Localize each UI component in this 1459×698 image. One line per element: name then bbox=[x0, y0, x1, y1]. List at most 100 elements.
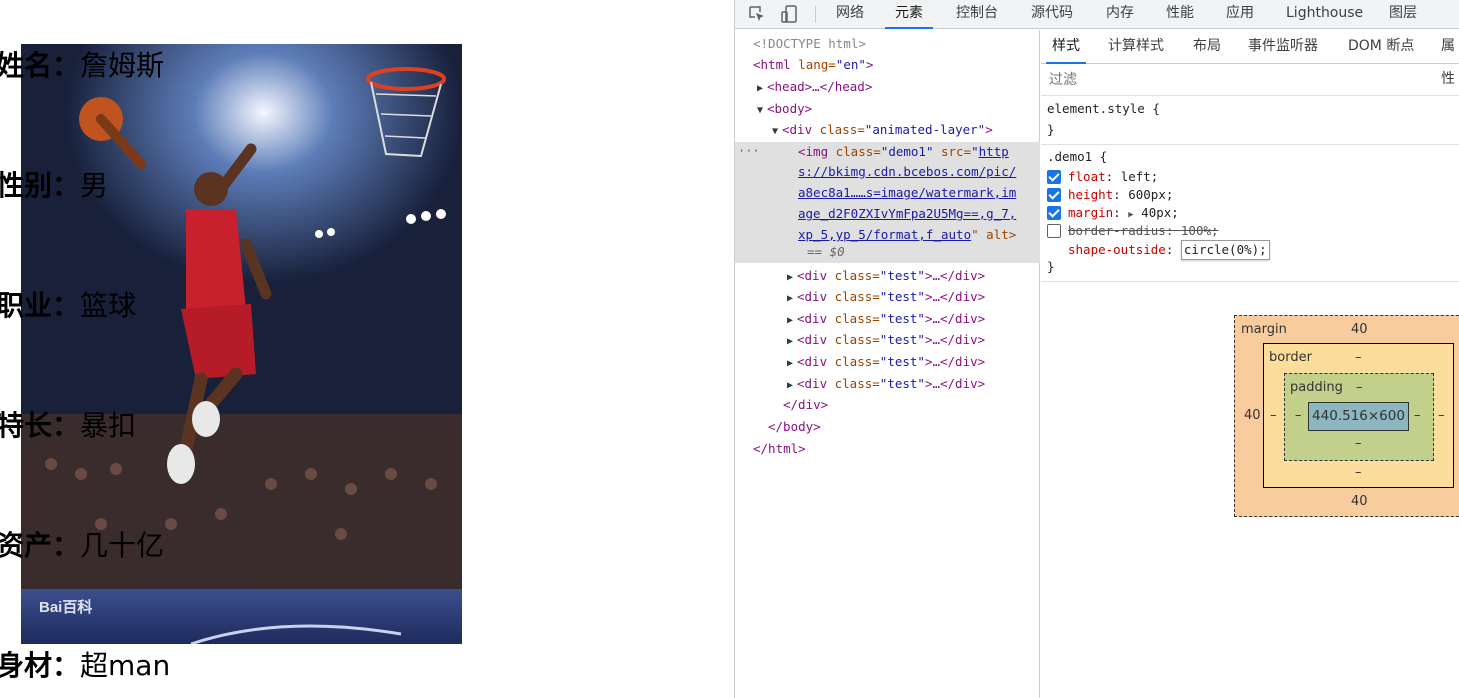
box-model-margin-left[interactable]: 40 bbox=[1244, 408, 1261, 423]
tag-text: >…</div> bbox=[924, 268, 986, 283]
subtab-properties[interactable]: 属性 bbox=[1441, 30, 1459, 87]
prop-height-checkbox[interactable] bbox=[1047, 188, 1061, 202]
dom-test-div[interactable]: ▶ <div class="test">…</div> bbox=[735, 373, 1040, 394]
tab-application[interactable]: 应用 bbox=[1226, 0, 1254, 29]
tab-console[interactable]: 控制台 bbox=[956, 0, 998, 29]
subtab-event-listeners[interactable]: 事件监听器 bbox=[1248, 30, 1318, 64]
img-src-link[interactable]: s://bkimg.cdn.bcebos.com/pic/ bbox=[798, 162, 1016, 182]
tag-text: <html bbox=[753, 57, 791, 72]
dom-html-close[interactable]: </html> bbox=[735, 438, 1040, 459]
attr-value: "test" bbox=[879, 332, 925, 347]
tag-text: <div bbox=[797, 311, 828, 326]
collapse-triangle-icon[interactable]: ▼ bbox=[757, 100, 767, 121]
box-model-padding-bottom[interactable]: – bbox=[1355, 436, 1362, 451]
dom-body-close[interactable]: </body> bbox=[735, 416, 1040, 437]
box-model-border-top[interactable]: – bbox=[1355, 350, 1362, 365]
dom-head[interactable]: ▶ <head>…</head> bbox=[735, 76, 1040, 97]
tab-performance[interactable]: 性能 bbox=[1166, 0, 1194, 29]
img-src-link[interactable]: age_d2F0ZXIvYmFpa2U5Mg==,g_7, bbox=[798, 204, 1016, 224]
box-model-content[interactable]: 440.516×600 bbox=[1308, 402, 1409, 431]
prop-colon: : bbox=[1113, 205, 1129, 220]
box-model-margin-top[interactable]: 40 bbox=[1351, 322, 1368, 337]
prop-value[interactable]: 600px; bbox=[1128, 187, 1173, 202]
subtab-dom-breakpoints[interactable]: DOM 断点 bbox=[1348, 30, 1414, 64]
img-src-link[interactable]: http bbox=[979, 144, 1009, 159]
dom-html[interactable]: <html lang="en"> bbox=[735, 54, 1040, 75]
tab-elements[interactable]: 元素 bbox=[885, 0, 933, 29]
dom-test-div[interactable]: ▶ <div class="test">…</div> bbox=[735, 308, 1040, 329]
device-toolbar-icon[interactable] bbox=[779, 4, 801, 24]
tab-sources[interactable]: 源代码 bbox=[1031, 0, 1073, 29]
prop-value-editor[interactable]: circle(0%); bbox=[1180, 240, 1270, 260]
prop-value[interactable]: 100%; bbox=[1181, 223, 1219, 238]
box-model-padding-right[interactable]: – bbox=[1414, 408, 1421, 423]
tab-layers[interactable]: 图层 bbox=[1389, 0, 1417, 29]
demo1-selector[interactable]: .demo1 { bbox=[1047, 148, 1107, 166]
dom-test-div[interactable]: ▶ <div class="test">…</div> bbox=[735, 286, 1040, 307]
styles-filter-row bbox=[1041, 64, 1459, 96]
box-model-padding-top[interactable]: – bbox=[1356, 380, 1363, 395]
expand-triangle-icon[interactable]: ▶ bbox=[787, 331, 797, 352]
expand-triangle-icon[interactable]: ▶ bbox=[787, 375, 797, 396]
prop-shape-outside[interactable]: shape-outside: circle(0%); bbox=[1068, 240, 1270, 260]
prop-colon: : bbox=[1165, 242, 1181, 257]
info-value: 几十亿 bbox=[80, 529, 165, 562]
dom-div-close[interactable]: </div> bbox=[735, 394, 1040, 415]
box-model-padding-left[interactable]: – bbox=[1295, 408, 1302, 423]
box-model-margin-bottom[interactable]: 40 bbox=[1351, 494, 1368, 509]
prop-margin-checkbox[interactable] bbox=[1047, 206, 1061, 220]
dom-test-div[interactable]: ▶ <div class="test">…</div> bbox=[735, 351, 1040, 372]
expand-triangle-icon[interactable]: ▶ bbox=[787, 288, 797, 309]
attr-value: "test" bbox=[879, 376, 925, 391]
dom-animated-layer[interactable]: ▼ <div class="animated-layer"> bbox=[735, 119, 1040, 140]
elements-tree: ··· <!DOCTYPE html> <html lang="en"> ▶ <h… bbox=[735, 30, 1040, 698]
collapse-triangle-icon[interactable]: ▼ bbox=[772, 121, 782, 142]
info-row-gender: 性别：男 bbox=[0, 164, 108, 208]
expand-triangle-icon[interactable]: ▶ bbox=[787, 267, 797, 288]
prop-value[interactable]: left; bbox=[1121, 169, 1159, 184]
tag-text: <img bbox=[798, 144, 829, 159]
subtab-layout[interactable]: 布局 bbox=[1193, 30, 1221, 64]
img-alt-attr: " alt> bbox=[971, 227, 1017, 242]
prop-colon: : bbox=[1113, 187, 1129, 202]
tab-memory[interactable]: 内存 bbox=[1106, 0, 1134, 29]
dom-doctype[interactable]: <!DOCTYPE html> bbox=[735, 33, 1040, 54]
expand-shorthand-icon[interactable]: ▶ bbox=[1128, 210, 1133, 220]
box-model-border-right[interactable]: – bbox=[1438, 408, 1445, 423]
tag-text: >…</div> bbox=[924, 376, 986, 391]
dom-img-selected[interactable]: <img class="demo1" src="http bbox=[735, 141, 1040, 162]
element-style-selector[interactable]: element.style { bbox=[1047, 100, 1160, 118]
subtab-styles[interactable]: 样式 bbox=[1046, 30, 1086, 64]
img-src-link[interactable]: xp_5,yp_5/format,f_auto bbox=[798, 227, 971, 242]
box-model-border-left[interactable]: – bbox=[1270, 408, 1277, 423]
prop-float-checkbox[interactable] bbox=[1047, 170, 1061, 184]
info-value: 暴扣 bbox=[80, 409, 137, 442]
box-model-border-bottom[interactable]: – bbox=[1355, 465, 1362, 480]
tab-network[interactable]: 网络 bbox=[836, 0, 864, 29]
prop-border-radius-checkbox[interactable] bbox=[1047, 224, 1061, 238]
prop-name: shape-outside bbox=[1068, 242, 1166, 257]
expand-triangle-icon[interactable]: ▶ bbox=[757, 78, 767, 99]
tag-text: <div bbox=[797, 376, 828, 391]
tag-text: <div bbox=[797, 268, 828, 283]
dom-test-div[interactable]: ▶ <div class="test">…</div> bbox=[735, 329, 1040, 350]
prop-float[interactable]: float: left; bbox=[1068, 168, 1158, 186]
styles-filter-input[interactable] bbox=[1049, 70, 1449, 90]
dom-test-div[interactable]: ▶ <div class="test">…</div> bbox=[735, 265, 1040, 286]
prop-border-radius-disabled[interactable]: border-radius: 100%; bbox=[1068, 222, 1219, 240]
devtools-panel: 网络 元素 控制台 源代码 内存 性能 应用 Lighthouse 图层 ···… bbox=[734, 0, 1459, 698]
expand-triangle-icon[interactable]: ▶ bbox=[787, 353, 797, 374]
attr-value: "test" bbox=[879, 289, 925, 304]
prop-height[interactable]: height: 600px; bbox=[1068, 186, 1173, 204]
attr-value: "test" bbox=[879, 268, 925, 283]
dom-body[interactable]: ▼ <body> bbox=[735, 98, 1040, 119]
subtab-computed[interactable]: 计算样式 bbox=[1108, 30, 1164, 64]
rule-close-brace: } bbox=[1047, 122, 1055, 137]
prop-margin[interactable]: margin: ▶ 40px; bbox=[1068, 204, 1179, 222]
inspect-element-icon[interactable] bbox=[747, 4, 769, 24]
tab-lighthouse[interactable]: Lighthouse bbox=[1286, 0, 1363, 29]
prop-value[interactable]: 40px; bbox=[1141, 205, 1179, 220]
expand-triangle-icon[interactable]: ▶ bbox=[787, 310, 797, 331]
info-row-assets: 资产：几十亿 bbox=[0, 524, 164, 568]
img-src-link[interactable]: a8ec8a1……s=image/watermark,im bbox=[798, 183, 1016, 203]
